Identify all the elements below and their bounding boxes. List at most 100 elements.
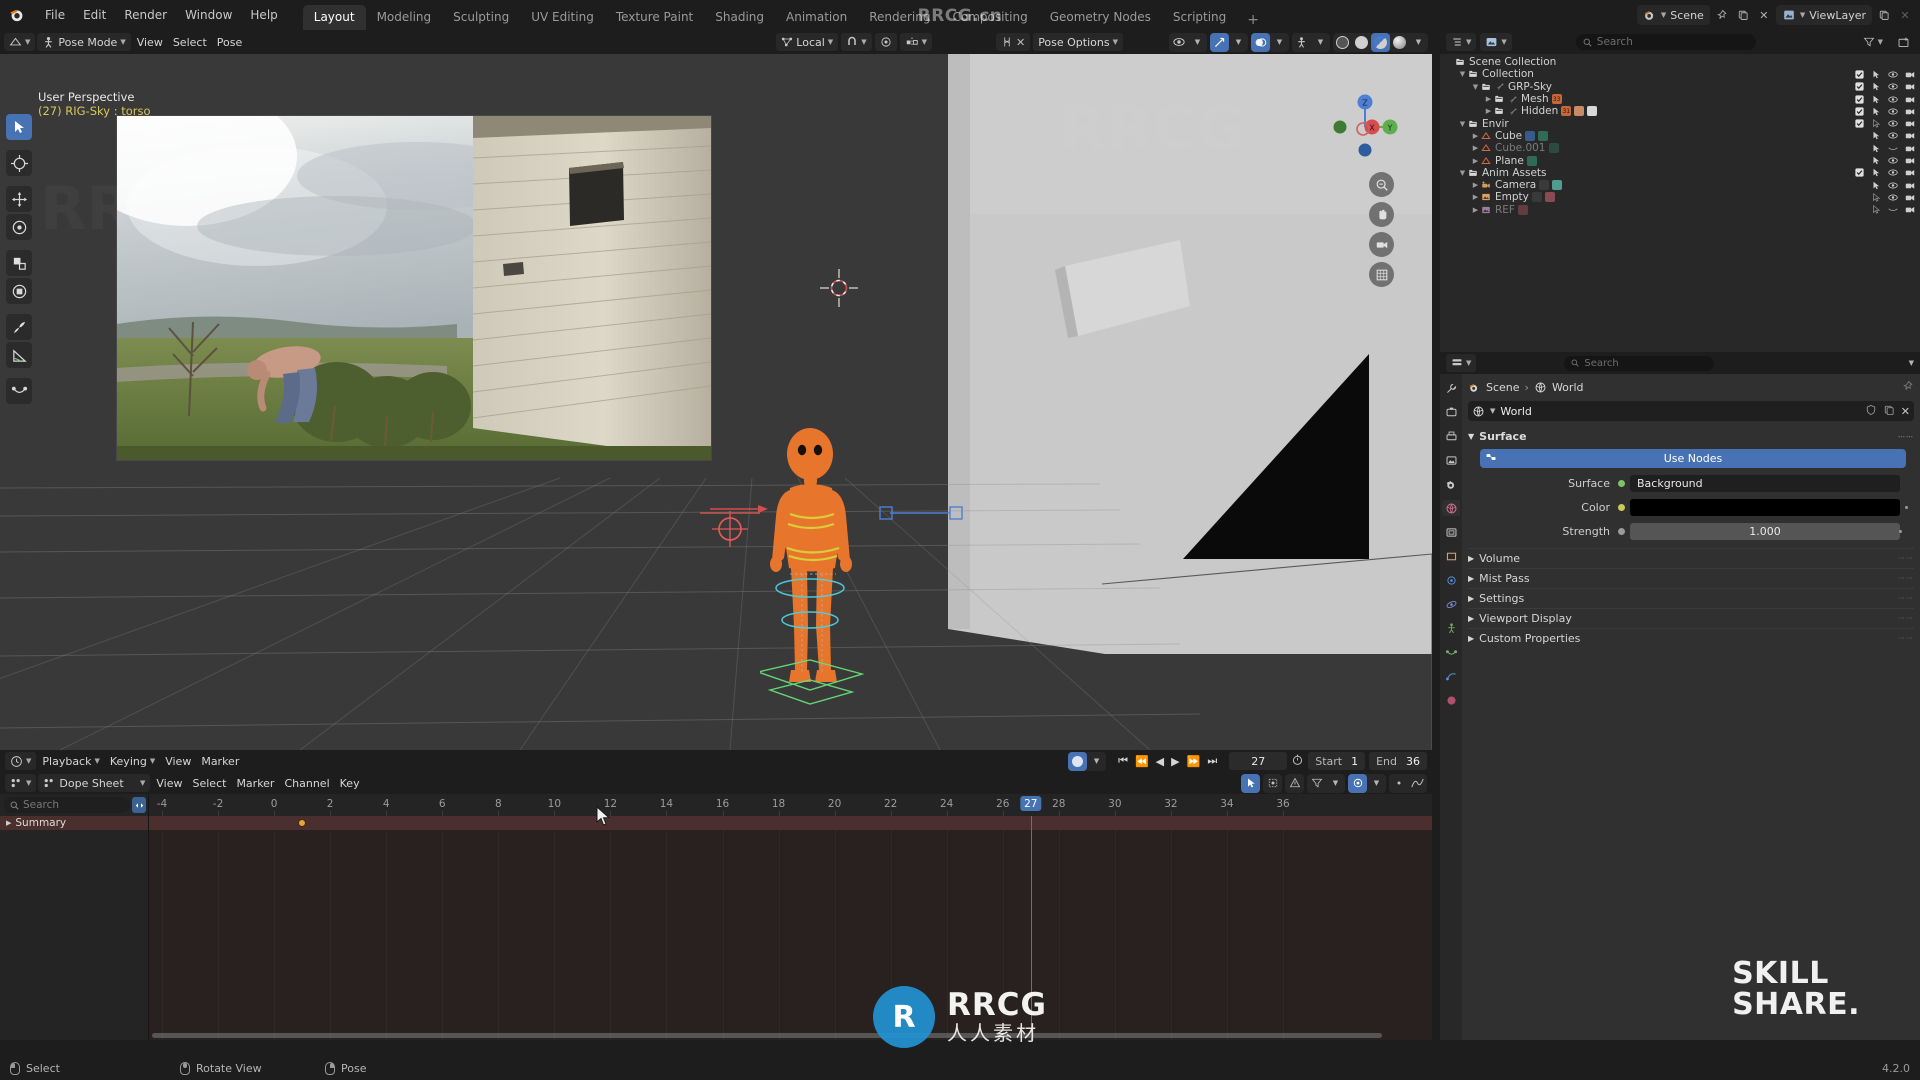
- overlays-toggle-group[interactable]: ▼: [1251, 32, 1289, 52]
- outliner-row[interactable]: ▼ Collection: [1440, 68, 1920, 80]
- frame-start-field[interactable]: Start 1: [1308, 752, 1366, 770]
- chevron-down-icon[interactable]: ▼: [1188, 33, 1207, 52]
- outliner-row[interactable]: ▼ Anim Assets: [1440, 167, 1920, 179]
- proportional-editing-toggle[interactable]: [874, 33, 897, 51]
- disable-in-renders-icon[interactable]: [1905, 180, 1915, 190]
- tab-compositing[interactable]: Compositing: [941, 5, 1038, 30]
- menu-render[interactable]: Render: [115, 5, 176, 25]
- shading-wireframe-icon[interactable]: [1333, 33, 1352, 52]
- chevron-right-icon[interactable]: ▶: [1470, 193, 1481, 201]
- transform-orientation-selector[interactable]: Local ▼: [776, 33, 839, 51]
- toggle-xray-icon[interactable]: [1292, 33, 1311, 52]
- property-value-surface[interactable]: Background: [1630, 474, 1900, 492]
- exclude-checkbox[interactable]: [1854, 69, 1864, 79]
- dopesheet-menu-channel[interactable]: Channel: [280, 774, 333, 792]
- tab-render[interactable]: [1442, 404, 1460, 420]
- tab-object[interactable]: [1442, 548, 1460, 564]
- scene-selector[interactable]: ▼ Scene: [1636, 5, 1710, 25]
- hide-in-viewport-icon[interactable]: [1888, 205, 1898, 215]
- image-data-badge[interactable]: [1544, 192, 1555, 203]
- animate-property-dot-icon[interactable]: [1899, 529, 1902, 533]
- selectable-icon[interactable]: [1871, 82, 1881, 92]
- breadcrumb-scene[interactable]: Scene: [1486, 381, 1520, 394]
- show-hidden-toggle[interactable]: [1263, 773, 1282, 793]
- chevron-down-icon[interactable]: ▼: [1470, 83, 1481, 91]
- outliner-row[interactable]: ▶ Camera: [1440, 179, 1920, 191]
- editor-type-selector[interactable]: ▼: [4, 33, 36, 51]
- disable-in-renders-icon[interactable]: [1905, 143, 1915, 153]
- remove-scene-icon[interactable]: ✕: [1755, 6, 1773, 24]
- tab-object-data[interactable]: [1442, 668, 1460, 684]
- rotate-tool[interactable]: [6, 214, 32, 240]
- outliner[interactable]: ▼ ▼ Search ▼ Scene Collection ▼ Collectio: [1440, 30, 1920, 352]
- dopesheet-playhead-label[interactable]: 27: [1020, 796, 1042, 811]
- viewport-menu-select[interactable]: Select: [169, 33, 211, 51]
- dopesheet-playhead-line[interactable]: [1030, 816, 1032, 1040]
- menu-file[interactable]: File: [36, 5, 74, 25]
- property-row-strength[interactable]: Strength 1.000: [1468, 522, 1914, 540]
- selectable-icon[interactable]: [1871, 119, 1881, 129]
- animate-property-dot-icon[interactable]: [1905, 505, 1908, 509]
- disable-in-renders-icon[interactable]: [1905, 131, 1915, 141]
- panel-header-viewport-display[interactable]: ▶ Viewport Display ⋯⋯: [1468, 608, 1914, 625]
- panel-header-mist-pass[interactable]: ▶ Mist Pass ⋯⋯: [1468, 568, 1914, 585]
- current-frame-field[interactable]: 27: [1229, 752, 1288, 770]
- outliner-row[interactable]: ▶ Empty: [1440, 191, 1920, 203]
- tab-particles[interactable]: [1442, 596, 1460, 612]
- properties-search-input[interactable]: Search: [1564, 355, 1715, 371]
- armature-datablock-badge[interactable]: 33: [1551, 94, 1562, 105]
- hide-in-viewport-icon[interactable]: [1888, 119, 1898, 129]
- property-value-color-swatch[interactable]: [1630, 498, 1900, 516]
- new-world-icon[interactable]: [1883, 404, 1895, 419]
- chevron-right-icon[interactable]: ▶: [1470, 157, 1481, 165]
- pose-datablock-badge[interactable]: [1574, 106, 1585, 117]
- interpolation-icon[interactable]: [1408, 774, 1427, 793]
- pose-options-selector[interactable]: Pose Options ▼: [1033, 33, 1123, 51]
- timeline-menu-marker[interactable]: Marker: [197, 752, 243, 770]
- outliner-editor-type[interactable]: ▼: [1446, 33, 1477, 51]
- selectable-icon[interactable]: [1871, 69, 1881, 79]
- hide-in-viewport-icon[interactable]: [1888, 69, 1898, 79]
- tab-world[interactable]: [1442, 500, 1460, 516]
- snapping-toggle[interactable]: ▼: [841, 33, 872, 51]
- jump-to-start-icon[interactable]: ⏮: [1118, 754, 1128, 768]
- new-view-layer-icon[interactable]: [1875, 6, 1893, 24]
- tab-object-constraints[interactable]: [1442, 644, 1460, 660]
- play-icon[interactable]: ▶: [1171, 755, 1179, 768]
- close-icon[interactable]: ✕: [1016, 36, 1025, 49]
- outliner-row[interactable]: ▶ Mesh 33: [1440, 93, 1920, 105]
- exclude-checkbox[interactable]: [1854, 94, 1864, 104]
- menu-edit[interactable]: Edit: [74, 5, 115, 25]
- tab-physics[interactable]: [1442, 620, 1460, 636]
- pin-icon[interactable]: [1902, 380, 1914, 395]
- timeline-menu-view[interactable]: View: [161, 752, 195, 770]
- mesh-data-badge[interactable]: [1548, 143, 1559, 154]
- properties-options-chevron-down-icon[interactable]: ▼: [1909, 359, 1914, 367]
- animation-badge[interactable]: [1539, 180, 1550, 191]
- camera-view-icon[interactable]: [1369, 232, 1394, 257]
- tab-scene[interactable]: [1442, 476, 1460, 492]
- selectable-icon[interactable]: [1871, 180, 1881, 190]
- add-workspace-button[interactable]: +: [1237, 10, 1269, 30]
- disable-in-renders-icon[interactable]: [1905, 82, 1915, 92]
- view-layer-selector[interactable]: ▼ ViewLayer: [1775, 5, 1872, 25]
- tab-sculpting[interactable]: Sculpting: [442, 5, 520, 30]
- tab-tool[interactable]: [1442, 380, 1460, 396]
- outliner-new-collection-button[interactable]: [1893, 33, 1914, 51]
- fake-user-icon[interactable]: [1865, 404, 1877, 419]
- viewport-shading-group[interactable]: ▼: [1333, 32, 1428, 52]
- new-scene-icon[interactable]: [1734, 6, 1752, 24]
- property-row-surface[interactable]: Surface Background: [1468, 474, 1914, 492]
- dopesheet-menu-select[interactable]: Select: [189, 774, 231, 792]
- chevron-down-icon[interactable]: ▼: [1326, 774, 1345, 793]
- mesh-data-badge[interactable]: [1538, 130, 1549, 141]
- viewport-menu-pose[interactable]: Pose: [213, 33, 246, 51]
- scale-tool[interactable]: [6, 250, 32, 276]
- dopesheet-mode-selector[interactable]: Dope Sheet ▼: [38, 774, 151, 792]
- chevron-right-icon[interactable]: ▶: [1470, 206, 1481, 214]
- transform-tool[interactable]: [6, 278, 32, 304]
- hide-in-viewport-icon[interactable]: [1888, 131, 1898, 141]
- tab-modifiers[interactable]: [1442, 572, 1460, 588]
- pan-icon[interactable]: [1369, 202, 1394, 227]
- chevron-down-icon[interactable]: ▼: [1087, 752, 1106, 771]
